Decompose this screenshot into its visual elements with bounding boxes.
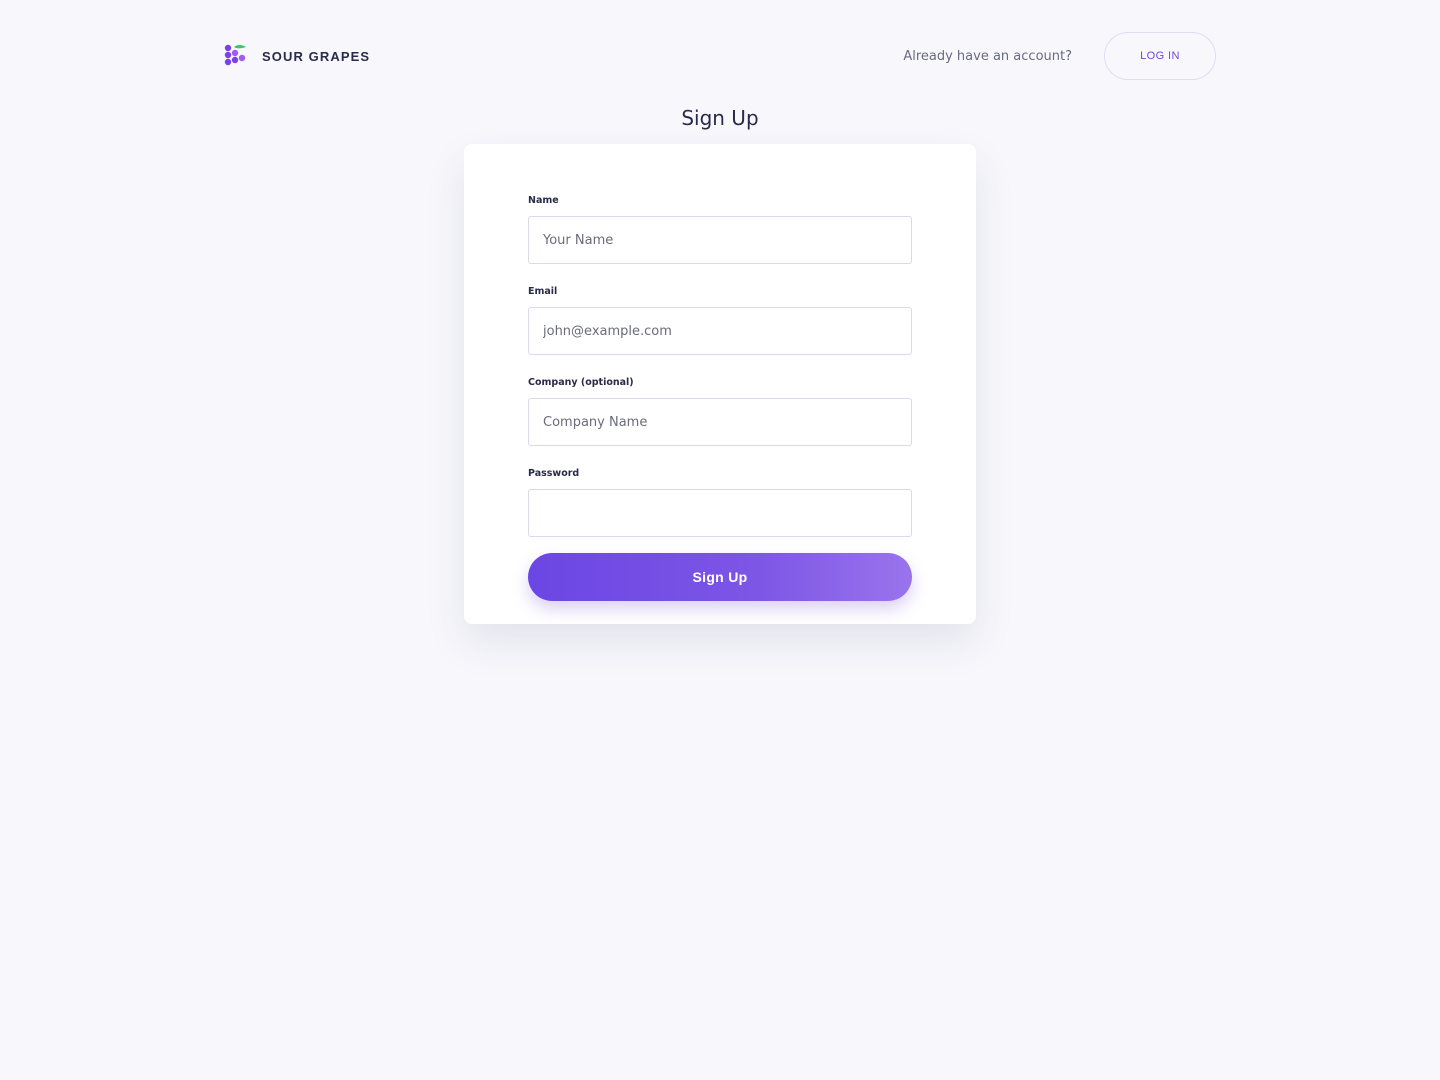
- email-input[interactable]: [528, 307, 912, 355]
- login-button[interactable]: LOG IN: [1104, 32, 1216, 80]
- signup-form: Name Email Company (optional) Password S…: [528, 194, 912, 601]
- signup-card: Name Email Company (optional) Password S…: [464, 144, 976, 624]
- top-bar: SOUR GRAPES Already have an account? LOG…: [224, 32, 1216, 80]
- password-input[interactable]: [528, 489, 912, 537]
- page-title: Sign Up: [681, 106, 759, 130]
- brand[interactable]: SOUR GRAPES: [224, 43, 370, 69]
- header-actions: Already have an account? LOG IN: [903, 32, 1216, 80]
- name-input[interactable]: [528, 216, 912, 264]
- company-label: Company (optional): [528, 377, 634, 388]
- grapes-icon: [224, 44, 246, 66]
- name-field-group: Name: [528, 194, 912, 264]
- brand-name: SOUR GRAPES: [262, 48, 371, 64]
- signup-button[interactable]: Sign Up: [528, 553, 912, 601]
- name-label: Name: [528, 195, 559, 206]
- email-field-group: Email: [528, 285, 912, 355]
- company-input[interactable]: [528, 398, 912, 446]
- email-label: Email: [528, 286, 558, 297]
- password-field-group: Password: [528, 467, 912, 537]
- password-label: Password: [528, 468, 580, 479]
- login-prompt: Already have an account?: [903, 48, 1072, 64]
- company-field-group: Company (optional): [528, 376, 912, 446]
